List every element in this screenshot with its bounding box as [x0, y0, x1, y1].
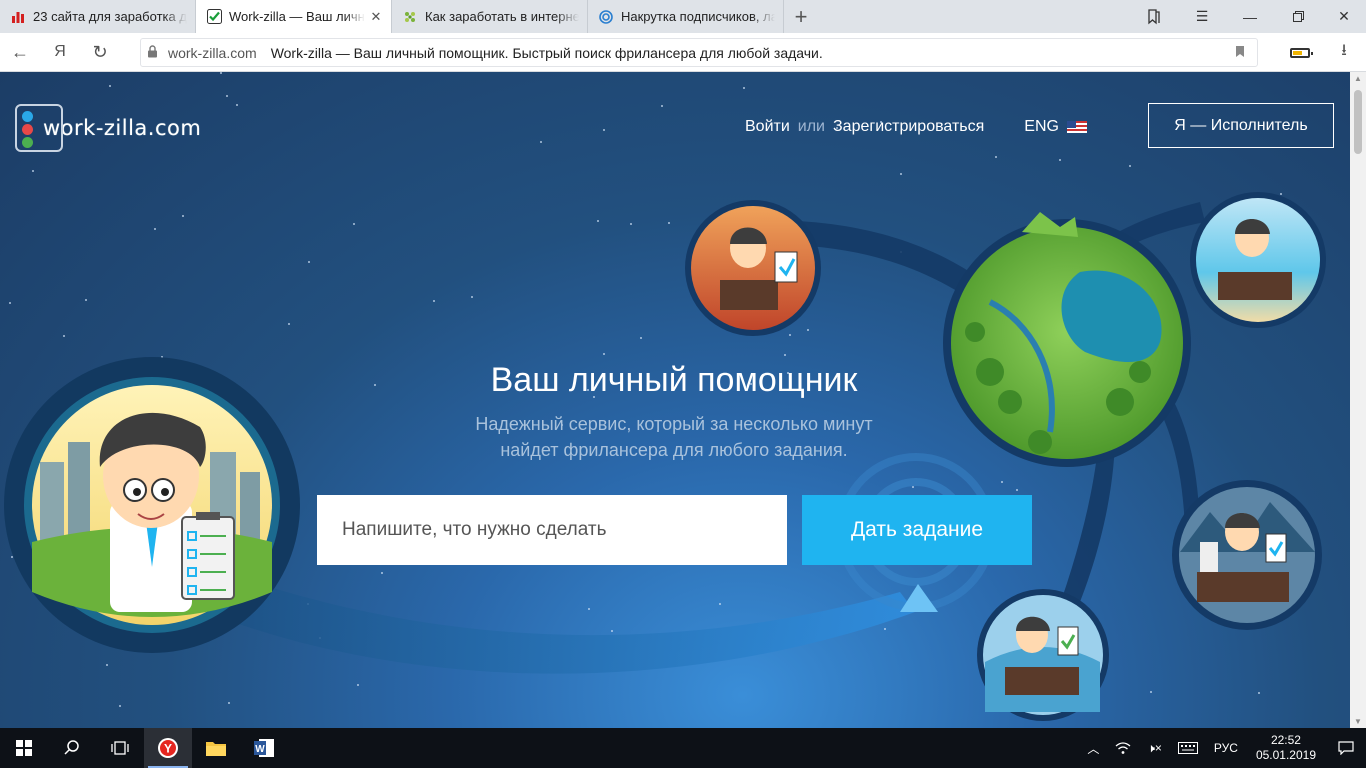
word-icon[interactable]: W — [240, 728, 288, 768]
restore-icon[interactable] — [1274, 0, 1322, 33]
url-field[interactable]: work-zilla.com Work-zilla — Ваш личный п… — [140, 38, 1258, 67]
register-link[interactable]: Зарегистрироваться — [833, 118, 984, 136]
close-window-icon[interactable]: ✕ — [1322, 0, 1366, 33]
new-tab-button[interactable]: + — [784, 0, 818, 33]
logo-text: work-zilla.com — [43, 116, 202, 140]
give-task-button[interactable]: Дать задание — [802, 495, 1032, 565]
logo-checklist-icon — [15, 104, 63, 152]
back-button[interactable]: ← — [0, 33, 40, 72]
hero-illustration — [4, 192, 1326, 721]
browser-tab-bar: 23 сайта для заработка де Work-zilla — В… — [0, 0, 1366, 33]
system-clock[interactable]: 22:52 05.01.2019 — [1246, 733, 1326, 763]
top-nav: Войти или Зарегистрироваться ENG — [745, 118, 1087, 136]
close-tab-icon[interactable]: ✕ — [369, 9, 383, 25]
tab-how-to-earn[interactable]: Как заработать в интерне — [392, 0, 588, 33]
scrollbar-thumb[interactable] — [1354, 90, 1362, 154]
minimize-icon[interactable]: — — [1226, 0, 1274, 33]
scroll-down-icon[interactable]: ▼ — [1350, 717, 1366, 726]
page-content: work-zilla.com Войти или Зарегистрироват… — [0, 72, 1350, 728]
spiral-icon — [598, 9, 614, 25]
url-domain: work-zilla.com — [168, 44, 257, 61]
task-input[interactable] — [317, 495, 787, 565]
language-label: ENG — [1024, 118, 1059, 135]
volume-icon[interactable]: 🕨× — [1139, 741, 1170, 756]
executor-button[interactable]: Я — Исполнитель — [1148, 103, 1334, 148]
yandex-browser-taskbar-icon[interactable]: Y — [144, 728, 192, 768]
search-icon[interactable] — [48, 728, 96, 768]
tab-followers[interactable]: Накрутка подписчиков, ла — [588, 0, 784, 33]
menu-icon[interactable]: ☰ — [1178, 0, 1226, 33]
tab-work-zilla[interactable]: Work-zilla — Ваш личны ✕ — [196, 0, 392, 33]
us-flag-icon — [1066, 121, 1087, 133]
hero-title: Ваш личный помощник — [490, 361, 858, 399]
reload-button[interactable]: ↻ — [80, 33, 120, 72]
tab-title: Как заработать в интерне — [425, 9, 579, 24]
checkmark-icon — [206, 9, 222, 25]
lock-icon — [147, 44, 158, 61]
action-center-icon[interactable] — [1326, 741, 1366, 755]
windows-start-icon[interactable] — [0, 728, 48, 768]
bookmark-icon[interactable] — [1235, 45, 1245, 61]
show-hidden-icons-icon[interactable]: ︿ — [1079, 740, 1107, 757]
svg-text:Y: Y — [164, 742, 172, 756]
site-logo[interactable]: work-zilla.com — [15, 104, 201, 152]
login-link[interactable]: Войти — [745, 118, 790, 136]
tab-23-sites[interactable]: 23 сайта для заработка де — [0, 0, 196, 33]
page-scrollbar[interactable]: ▲ ▼ — [1350, 72, 1366, 728]
bar-chart-icon — [10, 9, 26, 25]
file-explorer-icon[interactable] — [192, 728, 240, 768]
clock-date: 05.01.2019 — [1255, 748, 1316, 762]
clock-time: 22:52 — [1270, 733, 1301, 747]
tab-title: Work-zilla — Ваш личны — [229, 9, 365, 24]
bookmarks-panel-icon[interactable] — [1130, 0, 1178, 33]
address-bar: ← Я ↻ work-zilla.com Work-zilla — Ваш ли… — [0, 33, 1366, 72]
or-separator: или — [797, 118, 825, 135]
download-icon[interactable]: ⭳ — [1322, 39, 1366, 66]
hero-subtitle-line: найдет фрилансера для любого задания. — [500, 440, 848, 460]
leaf-icon — [402, 9, 418, 25]
network-icon[interactable] — [1107, 741, 1139, 755]
scroll-up-icon[interactable]: ▲ — [1350, 74, 1366, 83]
url-page-title: Work-zilla — Ваш личный помощник. Быстры… — [270, 44, 823, 61]
keyboard-icon[interactable] — [1170, 742, 1206, 754]
hero-subtitle: Надежный сервис, который за несколько ми… — [376, 411, 972, 463]
task-view-icon[interactable] — [96, 728, 144, 768]
svg-text:W: W — [255, 744, 265, 755]
tab-title: Накрутка подписчиков, ла — [621, 9, 775, 24]
tab-title: 23 сайта для заработка де — [33, 9, 187, 24]
battery-icon[interactable] — [1278, 47, 1322, 58]
input-language[interactable]: РУС — [1206, 741, 1246, 755]
windows-taskbar: Y W ︿ 🕨× РУС 22:52 05.01.2019 — [0, 728, 1366, 768]
language-switch[interactable]: ENG — [1024, 118, 1087, 136]
yandex-button[interactable]: Я — [40, 33, 80, 72]
hero-subtitle-line: Надежный сервис, который за несколько ми… — [475, 414, 873, 434]
